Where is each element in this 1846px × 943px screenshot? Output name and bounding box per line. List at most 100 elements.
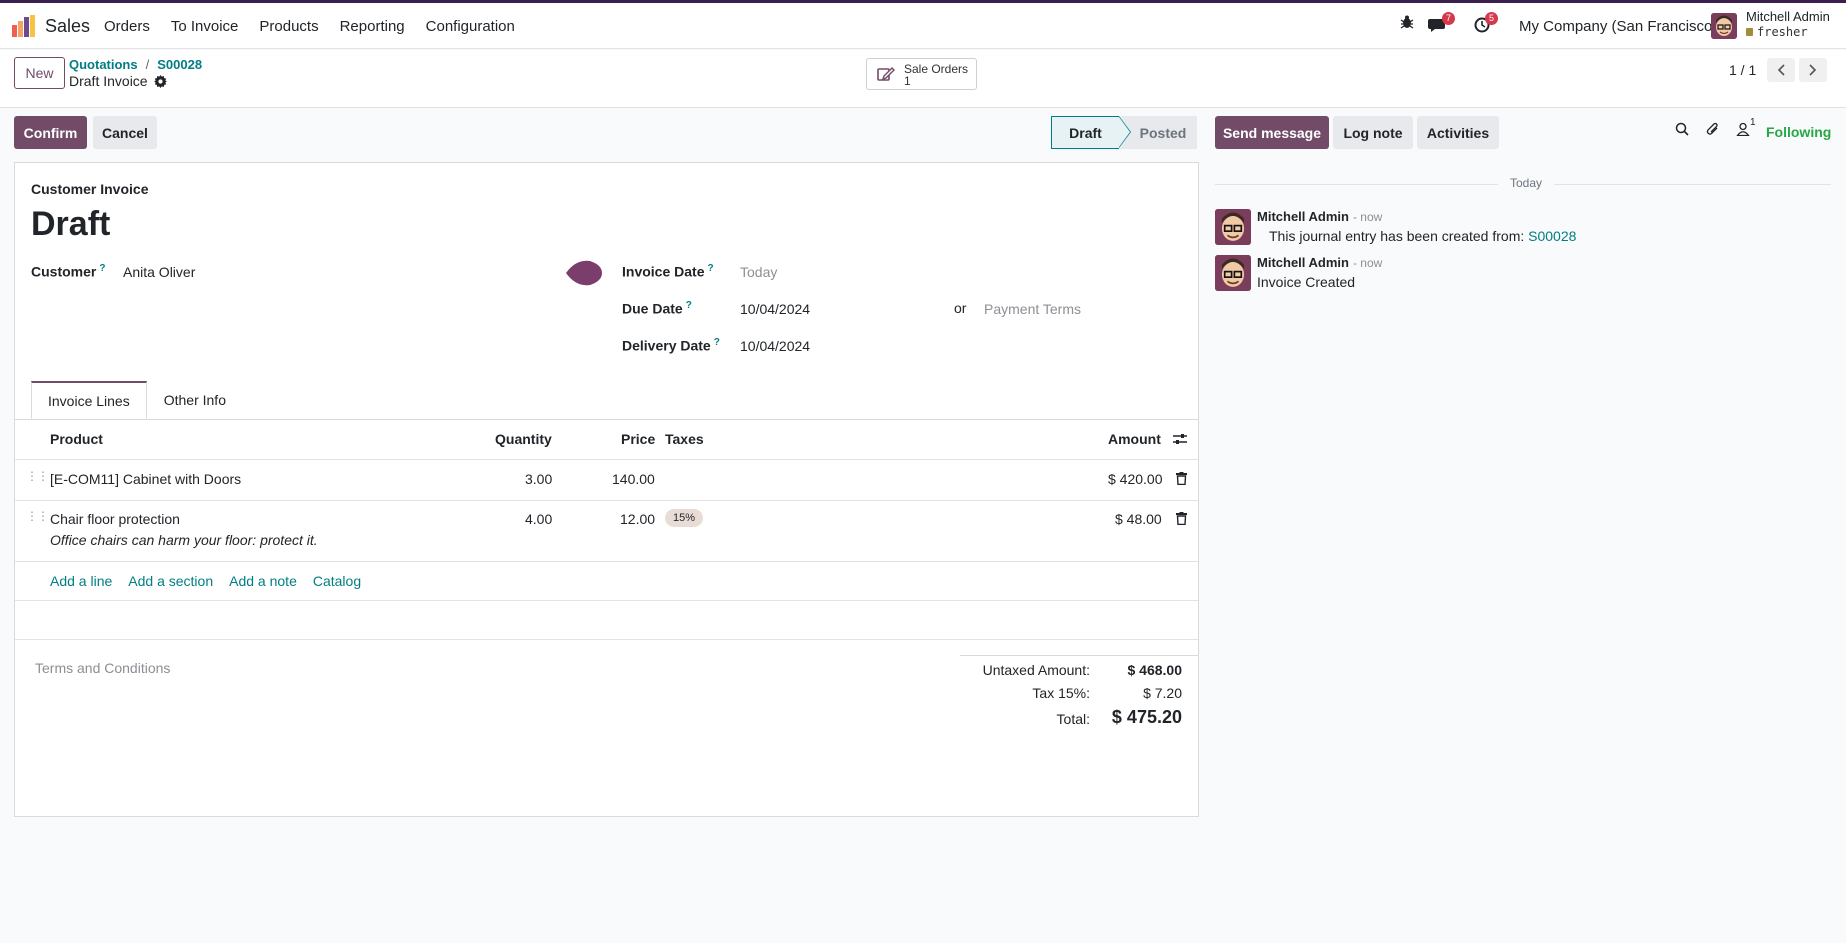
add-section-link[interactable]: Add a section [128,573,213,589]
message-time: - now [1352,210,1383,224]
company-switcher[interactable]: My Company (San Francisco) [1519,18,1717,35]
smart-button-count: 1 [904,74,911,88]
drag-handle-icon[interactable]: ⋮⋮ [26,469,49,483]
status-draft: Draft [1051,116,1131,149]
row-divider [15,500,1198,501]
menu-configuration[interactable]: Configuration [426,18,515,35]
tax-value: $ 7.20 [1143,685,1182,701]
chevron-left-icon [1777,64,1785,76]
message-body: Invoice Created [1257,274,1356,290]
user-avatar[interactable] [1711,13,1737,39]
menu-products[interactable]: Products [259,18,318,35]
tabs-divider [15,419,1198,420]
record-title: Draft Invoice [69,73,148,89]
terms-conditions-field[interactable]: Terms and Conditions [35,660,170,676]
source-order-link[interactable]: S00028 [1528,228,1576,244]
add-note-link[interactable]: Add a note [229,573,297,589]
user-name[interactable]: Mitchell Admin [1746,9,1830,24]
help-icon[interactable]: ? [686,300,692,311]
sales-app-icon[interactable] [12,15,36,37]
or-separator: or [954,300,967,316]
customer-field[interactable]: Anita Oliver [123,264,195,280]
trash-icon[interactable] [1176,472,1187,485]
message-body: This journal entry has been created from… [1269,228,1576,244]
due-date-field[interactable]: 10/04/2024 [740,301,810,317]
menu-orders[interactable]: Orders [104,18,150,35]
payment-terms-field[interactable]: Payment Terms [984,301,1081,317]
avatar[interactable] [1215,209,1251,245]
column-amount[interactable]: Amount [1108,431,1161,447]
pager-next-button[interactable] [1799,58,1827,82]
message-author-name[interactable]: Mitchell Admin [1257,255,1349,270]
optional-columns-icon[interactable] [1173,433,1187,445]
tab-other-info[interactable]: Other Info [147,381,243,419]
activities-menu[interactable]: 5 [1474,12,1504,36]
column-quantity[interactable]: Quantity [495,431,552,447]
send-message-button[interactable]: Send message [1215,116,1329,149]
cancel-button[interactable]: Cancel [93,116,157,149]
breadcrumb: Quotations / S00028 [69,57,202,72]
message-author: Mitchell Admin - now [1257,255,1382,270]
line-price[interactable]: 12.00 [620,511,655,527]
menu-to-invoice[interactable]: To Invoice [171,18,239,35]
column-product[interactable]: Product [50,431,103,447]
help-icon[interactable]: ? [714,337,720,348]
followers-button[interactable]: 1 [1736,117,1758,138]
invoice-date-label: Invoice Date? [622,263,714,280]
author-avatar-image [1215,255,1251,291]
sale-orders-smart-button[interactable]: Sale Orders 1 [866,58,977,90]
invoice-title: Draft [31,205,111,243]
bug-icon[interactable] [1399,14,1415,30]
add-line-controls: Add a line Add a section Add a note Cata… [50,573,361,589]
invoice-date-field[interactable]: Today [740,264,777,280]
messages-menu[interactable]: 7 [1428,12,1458,36]
line-price[interactable]: 140.00 [612,471,655,487]
catalog-link[interactable]: Catalog [313,573,361,589]
activities-button[interactable]: Activities [1417,116,1499,149]
menu-reporting[interactable]: Reporting [340,18,405,35]
avatar[interactable] [1215,255,1251,291]
messages-badge: 7 [1442,12,1456,25]
record-title-row: Draft Invoice [69,73,167,89]
invoice-date-label-text: Invoice Date [622,263,705,280]
pager-value[interactable]: 1 / 1 [1729,62,1756,78]
add-line-link[interactable]: Add a line [50,573,112,589]
gear-icon[interactable] [153,74,167,88]
database-icon [1746,28,1753,36]
main-navbar: Sales Orders To Invoice Products Reporti… [0,3,1846,49]
delivery-date-field[interactable]: 10/04/2024 [740,338,810,354]
document-type: Customer Invoice [31,181,149,197]
breadcrumb-order[interactable]: S00028 [157,57,202,72]
line-quantity[interactable]: 4.00 [525,511,552,527]
column-price[interactable]: Price [621,431,655,447]
paperclip-icon[interactable] [1706,122,1720,137]
help-icon[interactable]: ? [707,263,713,274]
database-label: fresher [1757,25,1808,39]
log-note-button[interactable]: Log note [1333,116,1413,149]
breadcrumb-quotations[interactable]: Quotations [69,57,138,72]
following-button[interactable]: Following [1766,124,1831,140]
line-note: Office chairs can harm your floor: prote… [50,532,318,548]
line-quantity[interactable]: 3.00 [525,471,552,487]
tax-tag[interactable]: 15% [665,509,704,527]
new-button[interactable]: New [14,57,65,89]
tab-invoice-lines[interactable]: Invoice Lines [31,381,147,419]
pager-previous-button[interactable] [1767,58,1795,82]
drag-handle-icon[interactable]: ⋮⋮ [26,509,49,523]
status-draft-label: Draft [1069,124,1102,141]
app-name[interactable]: Sales [45,16,90,37]
activities-badge: 5 [1485,12,1499,25]
line-amount: $ 420.00 [1108,471,1163,487]
help-icon[interactable]: ? [99,263,105,274]
column-taxes[interactable]: Taxes [665,431,704,447]
trash-icon[interactable] [1176,512,1187,525]
search-icon[interactable] [1675,122,1689,136]
confirm-button[interactable]: Confirm [14,116,87,149]
notebook-tabs: Invoice Lines Other Info [31,381,243,419]
line-product[interactable]: [E-COM11] Cabinet with Doors [50,471,241,487]
chevron-right-icon [1809,64,1817,76]
row-divider [15,600,1198,601]
tax-label: Tax 15%: [1032,685,1090,701]
message-author-name[interactable]: Mitchell Admin [1257,209,1349,224]
line-product[interactable]: Chair floor protection [50,511,180,527]
